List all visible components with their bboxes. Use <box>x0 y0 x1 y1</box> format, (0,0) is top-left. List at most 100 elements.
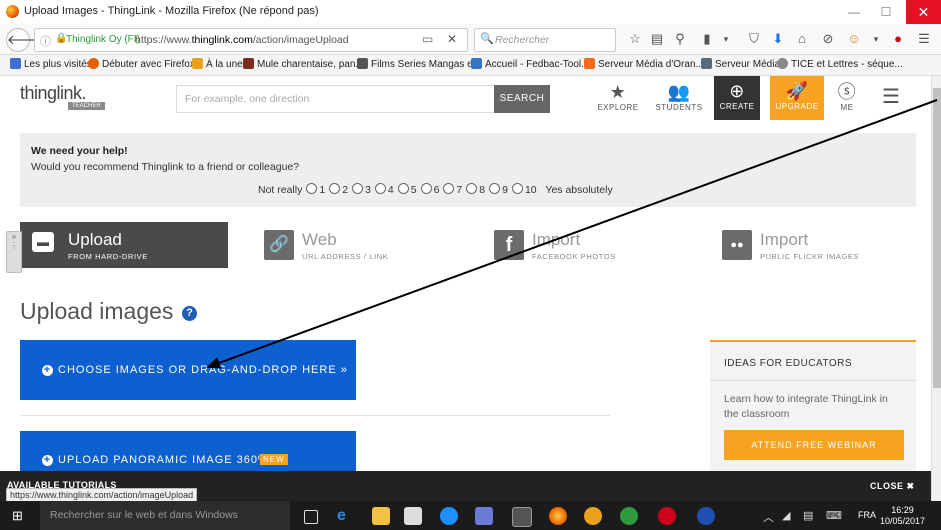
thinglink-logo[interactable]: thinglink. <box>20 83 87 104</box>
url-bar[interactable]: ⓘ 🔒 Thinglink Oy (FI) https://www.thingl… <box>34 28 468 52</box>
language-indicator[interactable]: FRA <box>858 510 876 520</box>
stop-icon[interactable]: ✕ <box>447 32 457 46</box>
survey-radio[interactable] <box>443 183 455 194</box>
window-titlebar: Upload Images - ThingLink - Mozilla Fire… <box>0 0 941 25</box>
bookmark-icon <box>357 58 368 69</box>
nav-create[interactable]: ⊕ CREATE <box>714 76 760 120</box>
extension-icon[interactable]: ⚲ <box>670 29 690 49</box>
survey-option-label: 8 <box>479 184 486 196</box>
extension-icon[interactable]: ☺ <box>844 29 864 49</box>
hamburger-menu-icon[interactable]: ☰ <box>882 84 900 109</box>
info-icon[interactable]: ⓘ <box>40 33 51 49</box>
menu-icon[interactable]: ☰ <box>914 29 934 49</box>
survey-radio[interactable] <box>397 183 409 194</box>
nav-students[interactable]: 👥 STUDENTS <box>655 81 703 112</box>
app-icon[interactable] <box>440 507 458 525</box>
bookmark-item[interactable]: Films Series Mangas e... <box>357 58 481 70</box>
survey-radio[interactable] <box>489 183 501 194</box>
facebook-icon: f <box>494 230 524 260</box>
app-icon[interactable] <box>697 507 715 525</box>
edge-icon[interactable]: e <box>337 507 355 525</box>
nav-me[interactable]: ⓢ ME <box>823 81 871 112</box>
home-icon[interactable]: ⌂ <box>792 29 812 49</box>
choose-images-button[interactable]: + CHOOSE IMAGES OR DRAG-AND-DROP HERE » <box>20 340 356 400</box>
bookmark-item[interactable]: Les plus visités <box>10 58 92 70</box>
page-title: Upload images <box>20 298 174 324</box>
tab-import-flickr[interactable]: ●● Import PUBLIC FLICKR IMAGES <box>712 222 912 268</box>
bookmark-item[interactable]: Serveur Média d'Oran... <box>584 58 704 70</box>
windows-start-icon[interactable]: ⊞ <box>12 508 23 524</box>
file-explorer-icon[interactable] <box>372 507 390 525</box>
browser-search-placeholder: Rechercher <box>495 34 550 46</box>
bookmarks-list-icon[interactable]: ▤ <box>647 29 667 49</box>
back-button[interactable]: 🡐 <box>6 28 42 52</box>
nav-explore[interactable]: ★ EXPLORE <box>594 81 642 112</box>
bookmark-star-icon[interactable]: ☆ <box>625 29 645 49</box>
bookmark-item[interactable]: Serveur Média <box>701 58 780 70</box>
tab-web-url[interactable]: 🔗 Web URL ADDRESS / LINK <box>254 222 454 268</box>
upload-panoramic-button[interactable]: + UPLOAD PANORAMIC IMAGE 360º NEW <box>20 431 356 471</box>
page-scrollbar[interactable] <box>931 76 941 501</box>
app-icon[interactable] <box>658 507 676 525</box>
download-icon[interactable]: ⬇ <box>768 29 788 49</box>
app-icon[interactable] <box>620 507 638 525</box>
keyboard-icon[interactable]: ⌨ <box>826 509 842 522</box>
clock-date: 10/05/2017 <box>880 516 926 526</box>
bookmark-item[interactable]: Débuter avec Firefox <box>88 58 195 70</box>
ideas-for-educators-box: IDEAS FOR EDUCATORS Learn how to integra… <box>710 340 916 471</box>
tab-facebook-title: Import <box>532 230 581 249</box>
search-button[interactable]: SEARCH <box>494 85 550 113</box>
notification-icon[interactable]: ▤ <box>803 509 813 522</box>
survey-radio[interactable] <box>420 183 432 194</box>
survey-radio[interactable] <box>511 183 523 194</box>
user-avatar-icon: ⓢ <box>837 82 857 102</box>
maximize-button[interactable]: ☐ <box>872 0 900 24</box>
window-title: Upload Images - ThingLink - Mozilla Fire… <box>24 5 319 17</box>
survey-radio[interactable] <box>352 183 364 194</box>
bookmark-item[interactable]: TICE et Lettres - séque... <box>777 58 903 70</box>
bookmark-icon <box>584 58 595 69</box>
task-view-icon[interactable] <box>304 510 318 524</box>
dropdown-icon[interactable]: ▾ <box>716 29 736 49</box>
app-icon[interactable] <box>512 507 532 527</box>
tray-chevron-icon[interactable]: ︿ <box>763 509 774 525</box>
tab-import-facebook[interactable]: f Import FACEBOOK PHOTOS <box>484 222 684 268</box>
survey-option-label: 10 <box>524 184 537 196</box>
flickr-icon: ●● <box>722 230 752 260</box>
bookmark-icon <box>471 58 482 69</box>
app-icon[interactable] <box>475 507 493 525</box>
scrollbar-thumb[interactable] <box>933 88 941 388</box>
survey-option-label: 6 <box>433 184 440 196</box>
minimize-button[interactable]: — <box>840 0 868 24</box>
nav-upgrade-label: UPGRADE <box>775 102 819 111</box>
chrome-icon[interactable] <box>584 507 602 525</box>
help-icon[interactable]: ? <box>182 306 197 321</box>
tab-upload-hard-drive[interactable]: ▬ Upload FROM HARD-DRIVE <box>20 222 228 268</box>
browser-search-box[interactable]: 🔍 Rechercher <box>474 28 616 52</box>
extension-icon[interactable]: ⊘ <box>818 29 838 49</box>
taskbar-search-box[interactable]: Rechercher sur le web et dans Windows <box>40 501 290 530</box>
store-icon[interactable] <box>404 507 422 525</box>
tutorials-close-button[interactable]: CLOSE ✖ <box>870 481 915 492</box>
site-search-input[interactable]: For example, one direction <box>176 85 496 113</box>
bookmark-item[interactable]: Accueil - Fedbac-Tool... <box>471 58 590 70</box>
firefox-taskbar-icon[interactable] <box>549 507 567 525</box>
attend-webinar-button[interactable]: ATTEND FREE WEBINAR <box>724 430 904 460</box>
survey-radio[interactable] <box>329 183 341 194</box>
wifi-icon[interactable]: ◢ <box>782 509 790 522</box>
survey-radio[interactable] <box>374 183 386 194</box>
bookmark-item[interactable]: À la une <box>192 58 243 70</box>
nav-upgrade[interactable]: 🚀 UPGRADE <box>770 76 824 120</box>
clock[interactable]: 16:29 10/05/2017 <box>880 505 925 527</box>
extension-icon[interactable]: ● <box>888 29 908 49</box>
survey-radio[interactable] <box>466 183 478 194</box>
dropdown-icon[interactable]: ▾ <box>866 29 886 49</box>
reader-view-icon[interactable]: ▭ <box>422 32 433 46</box>
extension-icon[interactable]: ▮ <box>697 29 717 49</box>
side-panel-handle[interactable]: » ⋮ <box>6 231 22 273</box>
site-search-placeholder: For example, one direction <box>185 93 310 105</box>
bookmark-item[interactable]: Mule charentaise, pan... <box>243 58 364 70</box>
survey-radio[interactable] <box>306 183 318 194</box>
pocket-icon[interactable]: ⛉ <box>744 29 764 49</box>
close-window-button[interactable]: ✕ <box>906 0 941 24</box>
